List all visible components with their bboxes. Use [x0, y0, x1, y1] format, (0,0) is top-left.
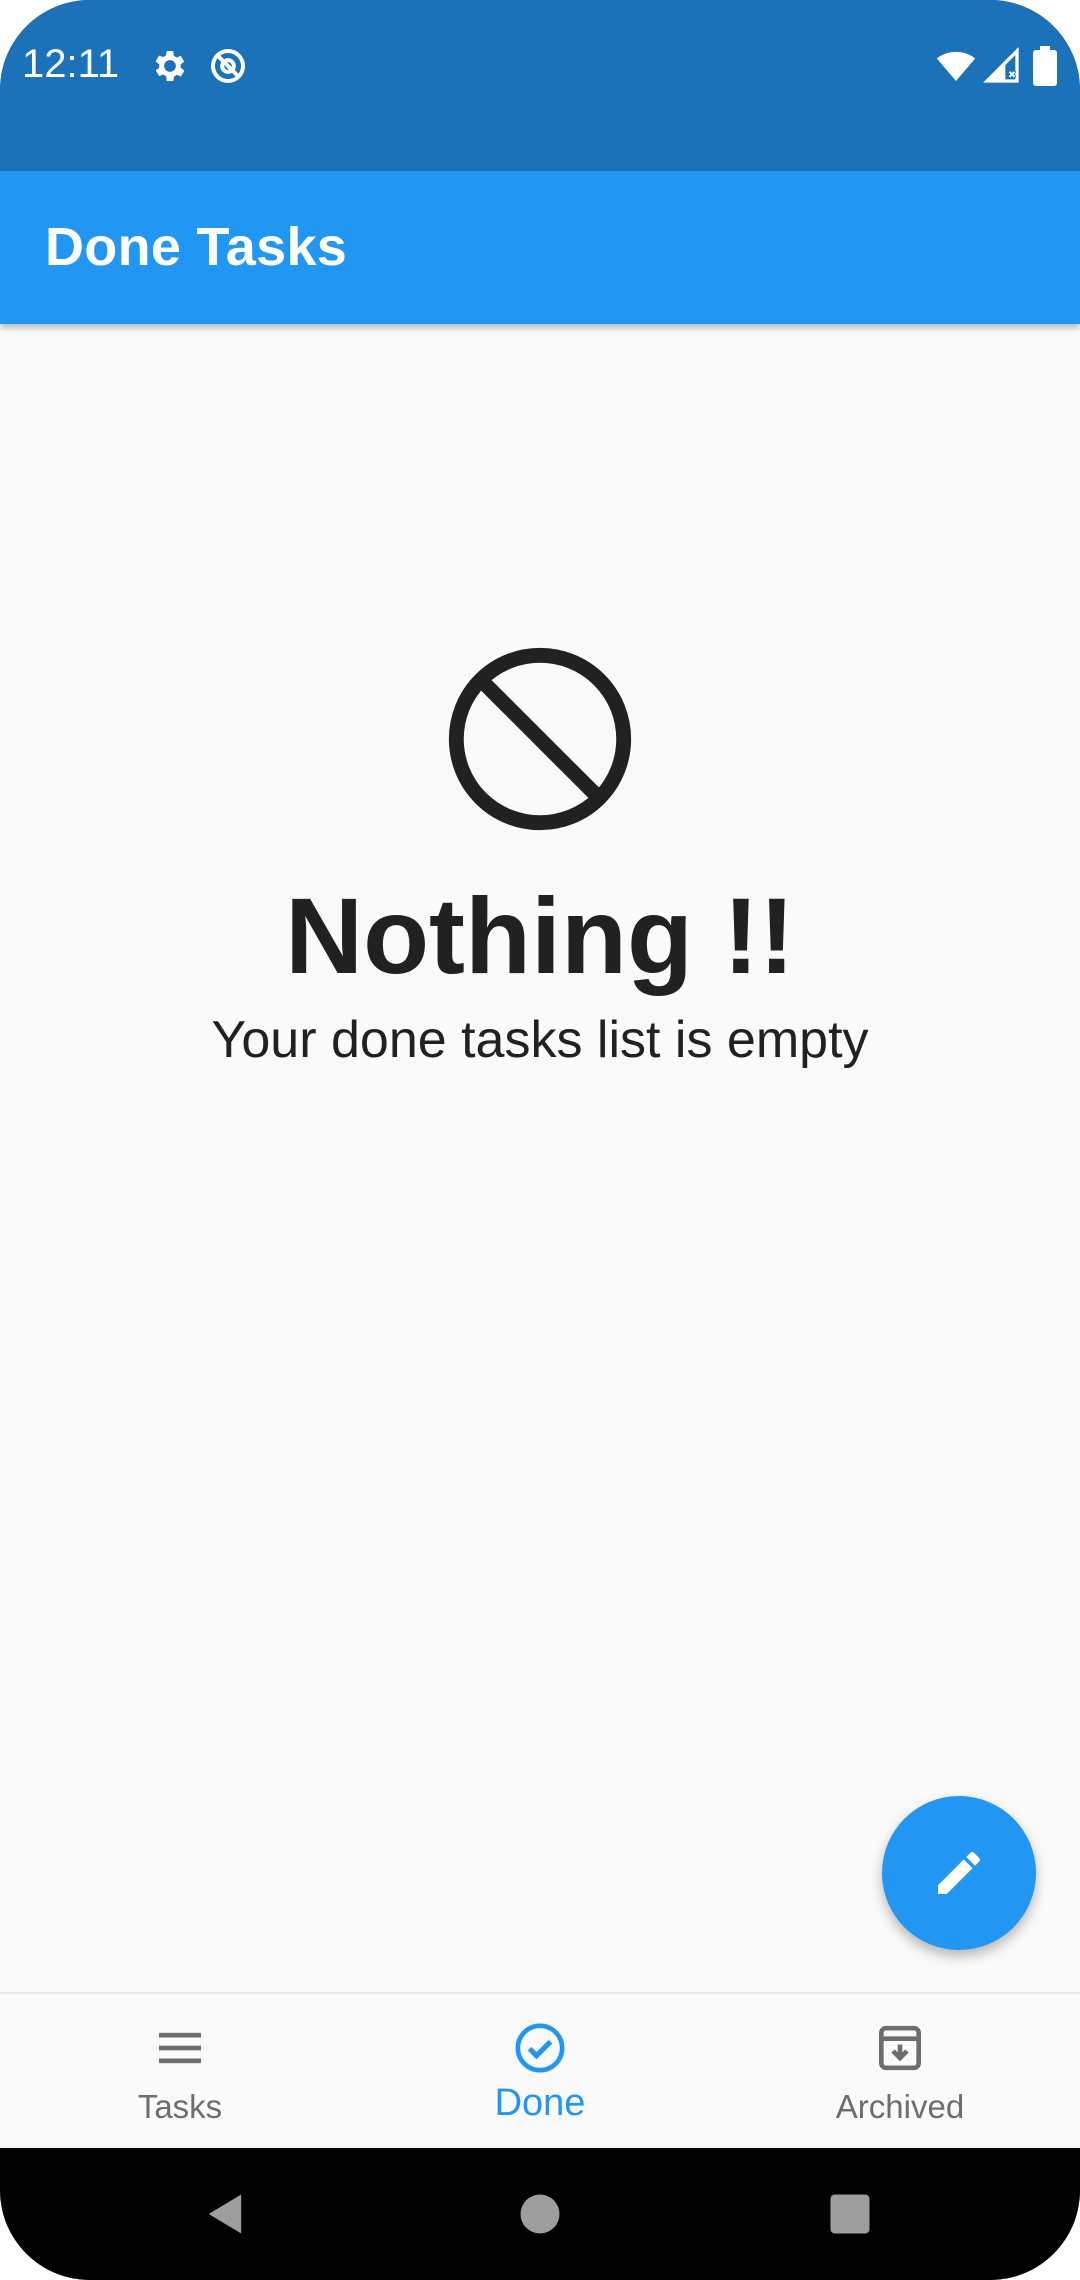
nav-item-archived[interactable]: Archived: [720, 1994, 1080, 2150]
nav-item-tasks[interactable]: Tasks: [0, 1994, 360, 2150]
nav-label-tasks: Tasks: [137, 2088, 223, 2125]
empty-state-subtitle: Your done tasks list is empty: [211, 1011, 869, 1069]
empty-state: Nothing !! Your done tasks list is empty: [0, 646, 1080, 1069]
page-title: Done Tasks: [45, 217, 348, 277]
check-circle-icon: [515, 2023, 565, 2073]
recents-icon[interactable]: [824, 2188, 876, 2240]
pencil-icon: [938, 1851, 980, 1894]
wifi-icon: [936, 46, 976, 86]
signal-icon: [982, 46, 1022, 86]
home-icon[interactable]: [514, 2188, 566, 2240]
back-icon[interactable]: [200, 2188, 252, 2240]
at-sign-icon: [208, 46, 248, 86]
nav-label-archived: Archived: [835, 2088, 965, 2125]
system-navigation-bar: [0, 2148, 1080, 2280]
status-bar: 12:11: [0, 0, 1080, 171]
main-content: [0, 324, 1080, 1992]
add-task-fab[interactable]: [882, 1796, 1036, 1950]
app-bar: Done Tasks: [0, 171, 1080, 324]
nav-label-done: Done: [494, 2082, 586, 2124]
status-time: 12:11: [22, 42, 120, 86]
block-icon: [448, 647, 632, 831]
nav-item-done[interactable]: Done: [360, 1994, 720, 2150]
menu-icon: [159, 2032, 201, 2064]
bottom-navigation: Tasks Done Archived: [0, 1992, 1080, 2148]
archive-icon: [879, 2025, 921, 2071]
gear-icon: [150, 46, 190, 86]
battery-icon: [1032, 46, 1058, 86]
empty-state-title: Nothing !!: [285, 875, 795, 996]
device-frame: 12:11 Done Tasks Nothing !! Your done ta…: [0, 0, 1080, 2280]
